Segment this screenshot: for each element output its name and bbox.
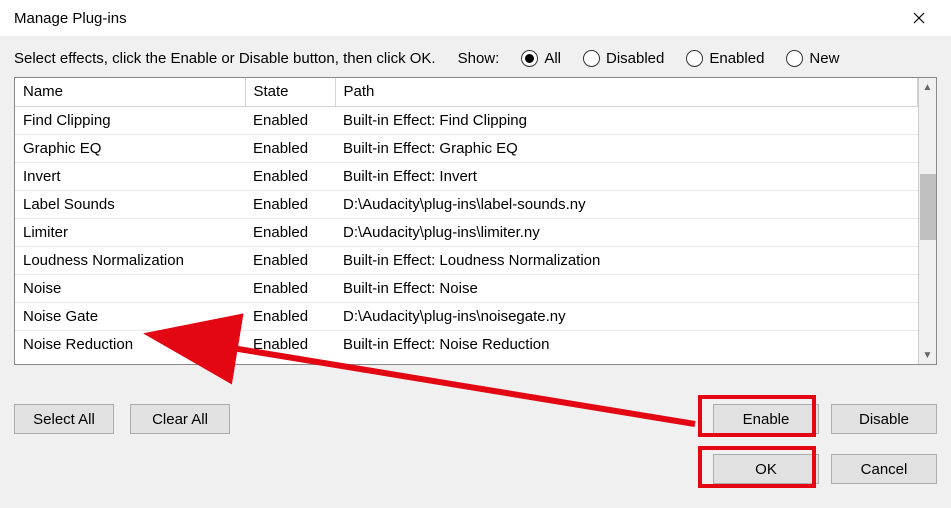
state-buttons: Enable Disable xyxy=(713,404,937,434)
cell-state: Enabled xyxy=(245,330,335,358)
cell-state: Enabled xyxy=(245,274,335,302)
filter-all-radio[interactable]: All xyxy=(521,50,561,67)
show-label: Show: xyxy=(458,50,500,67)
cell-name: Loudness Normalization xyxy=(15,246,245,274)
cell-path: Built-in Effect: Invert xyxy=(335,162,918,190)
titlebar: Manage Plug-ins xyxy=(0,0,951,36)
table-row[interactable]: NoiseEnabledBuilt-in Effect: Noise xyxy=(15,274,918,302)
table-row[interactable]: InvertEnabledBuilt-in Effect: Invert xyxy=(15,162,918,190)
select-all-button[interactable]: Select All xyxy=(14,404,114,434)
instruction-text: Select effects, click the Enable or Disa… xyxy=(14,50,436,67)
cell-name: Noise Reduction xyxy=(15,330,245,358)
plugin-table: Name State Path Find ClippingEnabledBuil… xyxy=(15,78,918,358)
table-row[interactable]: Noise ReductionEnabledBuilt-in Effect: N… xyxy=(15,330,918,358)
filter-all-label: All xyxy=(544,50,561,67)
enable-button[interactable]: Enable xyxy=(713,404,819,434)
radio-icon xyxy=(686,50,703,67)
cell-state: Enabled xyxy=(245,190,335,218)
filter-new-label: New xyxy=(809,50,839,67)
filter-disabled-radio[interactable]: Disabled xyxy=(583,50,664,67)
filter-enabled-radio[interactable]: Enabled xyxy=(686,50,764,67)
clear-all-button[interactable]: Clear All xyxy=(130,404,230,434)
column-header-path[interactable]: Path xyxy=(335,78,918,106)
disable-button[interactable]: Disable xyxy=(831,404,937,434)
radio-icon xyxy=(583,50,600,67)
cell-state: Enabled xyxy=(245,162,335,190)
dialog-buttons: OK Cancel xyxy=(713,454,937,484)
cell-state: Enabled xyxy=(245,106,335,134)
cell-state: Enabled xyxy=(245,246,335,274)
table-row[interactable]: Find ClippingEnabledBuilt-in Effect: Fin… xyxy=(15,106,918,134)
column-header-name[interactable]: Name xyxy=(15,78,245,106)
cell-path: Built-in Effect: Loudness Normalization xyxy=(335,246,918,274)
plugin-list[interactable]: Name State Path Find ClippingEnabledBuil… xyxy=(14,77,937,365)
cell-name: Noise xyxy=(15,274,245,302)
ok-button[interactable]: OK xyxy=(713,454,819,484)
cell-path: Built-in Effect: Find Clipping xyxy=(335,106,918,134)
cancel-button[interactable]: Cancel xyxy=(831,454,937,484)
cell-state: Enabled xyxy=(245,218,335,246)
selection-buttons: Select All Clear All xyxy=(14,404,230,434)
cell-name: Noise Gate xyxy=(15,302,245,330)
filter-new-radio[interactable]: New xyxy=(786,50,839,67)
show-filter-group: All Disabled Enabled New xyxy=(521,50,839,67)
radio-icon xyxy=(521,50,538,67)
filter-disabled-label: Disabled xyxy=(606,50,664,67)
filter-enabled-label: Enabled xyxy=(709,50,764,67)
cell-name: Label Sounds xyxy=(15,190,245,218)
scroll-up-icon[interactable]: ▲ xyxy=(919,78,936,96)
window-title: Manage Plug-ins xyxy=(14,10,127,27)
table-row[interactable]: Noise GateEnabledD:\Audacity\plug-ins\no… xyxy=(15,302,918,330)
cell-name: Graphic EQ xyxy=(15,134,245,162)
cell-path: Built-in Effect: Noise xyxy=(335,274,918,302)
cell-name: Limiter xyxy=(15,218,245,246)
cell-path: D:\Audacity\plug-ins\label-sounds.ny xyxy=(335,190,918,218)
vertical-scrollbar[interactable]: ▲ ▼ xyxy=(918,78,936,364)
close-icon xyxy=(913,12,925,24)
cell-state: Enabled xyxy=(245,134,335,162)
table-row[interactable]: Loudness NormalizationEnabledBuilt-in Ef… xyxy=(15,246,918,274)
cell-state: Enabled xyxy=(245,302,335,330)
cell-path: Built-in Effect: Noise Reduction xyxy=(335,330,918,358)
table-row[interactable]: Label SoundsEnabledD:\Audacity\plug-ins\… xyxy=(15,190,918,218)
cell-path: Built-in Effect: Graphic EQ xyxy=(335,134,918,162)
cell-path: D:\Audacity\plug-ins\limiter.ny xyxy=(335,218,918,246)
cell-name: Invert xyxy=(15,162,245,190)
scroll-thumb[interactable] xyxy=(920,174,936,240)
radio-icon xyxy=(786,50,803,67)
table-row[interactable]: LimiterEnabledD:\Audacity\plug-ins\limit… xyxy=(15,218,918,246)
scroll-down-icon[interactable]: ▼ xyxy=(919,346,936,364)
manage-plugins-window: { "title": "Manage Plug-ins", "instructi… xyxy=(0,0,951,508)
cell-name: Find Clipping xyxy=(15,106,245,134)
filter-row: Select effects, click the Enable or Disa… xyxy=(0,36,951,77)
table-row[interactable]: Graphic EQEnabledBuilt-in Effect: Graphi… xyxy=(15,134,918,162)
cell-path: D:\Audacity\plug-ins\noisegate.ny xyxy=(335,302,918,330)
close-button[interactable] xyxy=(897,0,941,36)
column-header-state[interactable]: State xyxy=(245,78,335,106)
